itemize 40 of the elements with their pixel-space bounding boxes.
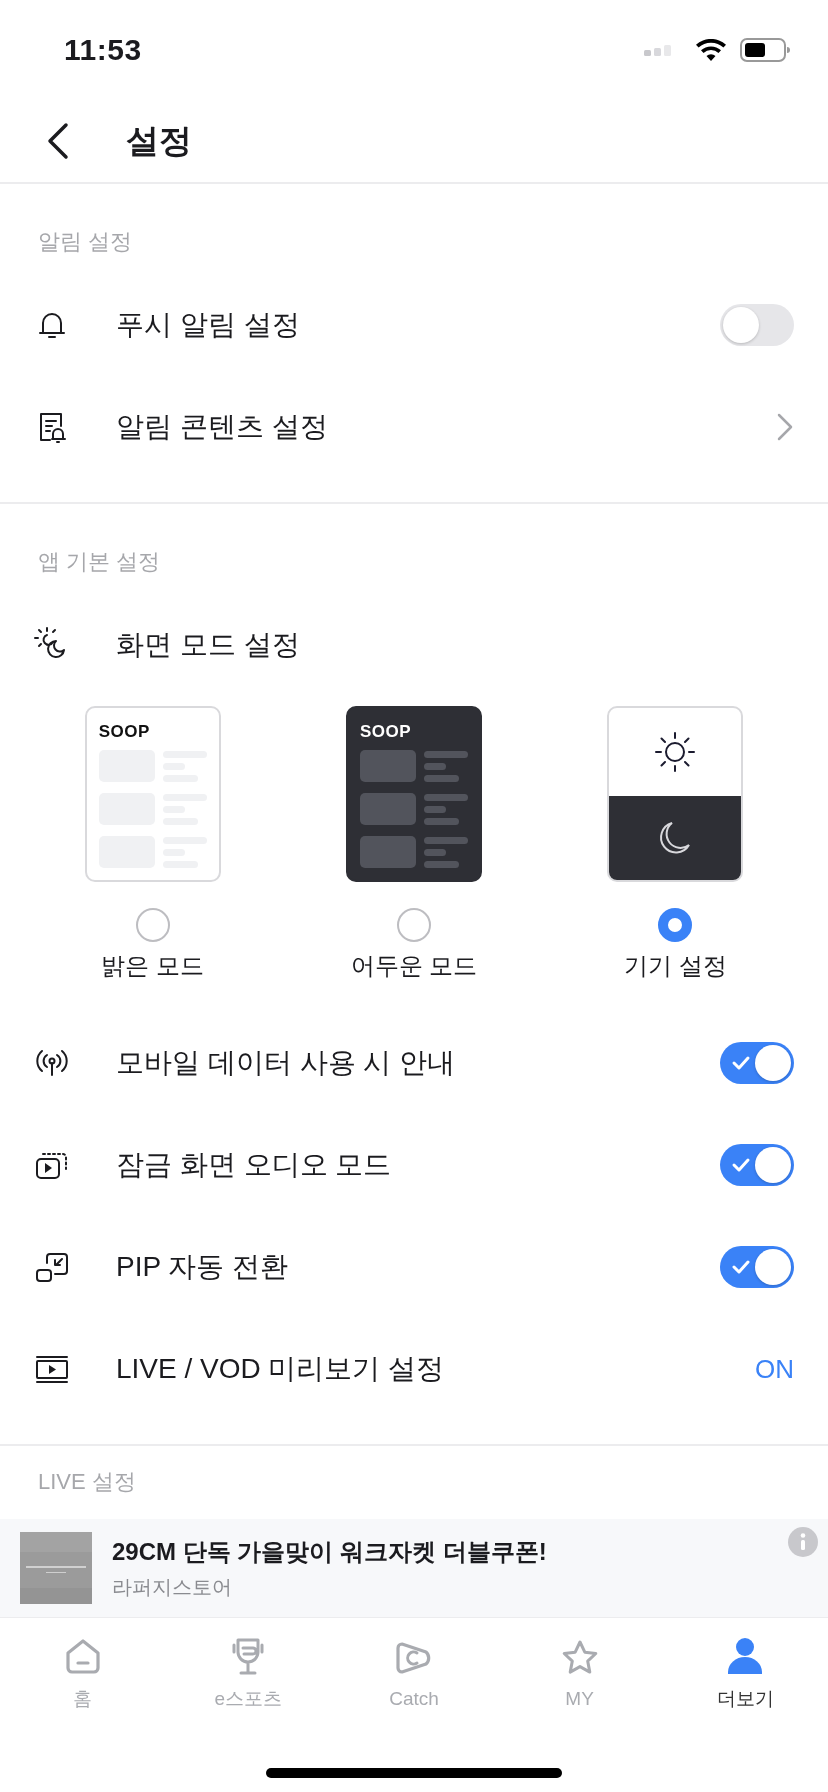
- option-label: 밝은 모드: [101, 951, 204, 981]
- tab[interactable]: 홈: [0, 1618, 166, 1730]
- toggle-switch[interactable]: [720, 1246, 794, 1288]
- advertiser-name: 라퍼지스토어: [112, 1574, 233, 1600]
- setting-label: 모바일 데이터 사용 시 안내: [116, 1046, 457, 1080]
- section-title: LIVE 설정: [37, 1468, 137, 1496]
- battery-icon: [740, 38, 790, 62]
- tab[interactable]: Catch: [331, 1618, 497, 1730]
- tab[interactable]: 더보기: [662, 1618, 828, 1730]
- setting-label: 잠금 화면 오디오 모드: [116, 1148, 393, 1182]
- setting-label: 알림 콘텐츠 설정: [116, 410, 329, 444]
- section-title: 앱 기본 설정: [37, 548, 162, 576]
- dark-mode-preview[interactable]: SOOP: [346, 706, 482, 882]
- check-icon: [731, 1157, 751, 1173]
- option-label: 어두운 모드: [350, 951, 478, 981]
- system-mode-preview[interactable]: [607, 706, 744, 882]
- sun-icon: [653, 730, 698, 774]
- radio-button[interactable]: [397, 908, 431, 942]
- setting-value[interactable]: ON: [755, 1353, 794, 1385]
- toggle-switch[interactable]: [720, 304, 794, 346]
- page-title: 설정: [126, 120, 192, 161]
- section-title: 알림 설정: [37, 228, 134, 256]
- check-icon: [731, 1055, 751, 1071]
- tab[interactable]: MY: [496, 1618, 663, 1730]
- check-icon: [731, 1259, 751, 1275]
- option-label: 기기 설정: [623, 951, 727, 981]
- chevron-right-icon[interactable]: [776, 412, 794, 442]
- setting-label: PIP 자동 전환: [116, 1250, 290, 1284]
- wifi-icon: [696, 39, 726, 61]
- setting-label: 푸시 알림 설정: [116, 308, 301, 342]
- ad-title[interactable]: 29CM 단독 가을맞이 워크자켓 더블쿠폰!: [112, 1535, 547, 1568]
- toggle-switch[interactable]: [720, 1144, 794, 1186]
- setting-label: 화면 모드 설정: [116, 628, 301, 662]
- light-mode-preview[interactable]: SOOP: [84, 706, 221, 882]
- status-time: 11:53: [64, 33, 142, 67]
- radio-button[interactable]: [658, 908, 693, 942]
- toggle-switch[interactable]: [720, 1042, 794, 1084]
- setting-label: LIVE / VOD 미리보기 설정: [116, 1352, 446, 1386]
- tab[interactable]: e스포츠: [165, 1618, 332, 1730]
- radio-button[interactable]: [135, 908, 170, 942]
